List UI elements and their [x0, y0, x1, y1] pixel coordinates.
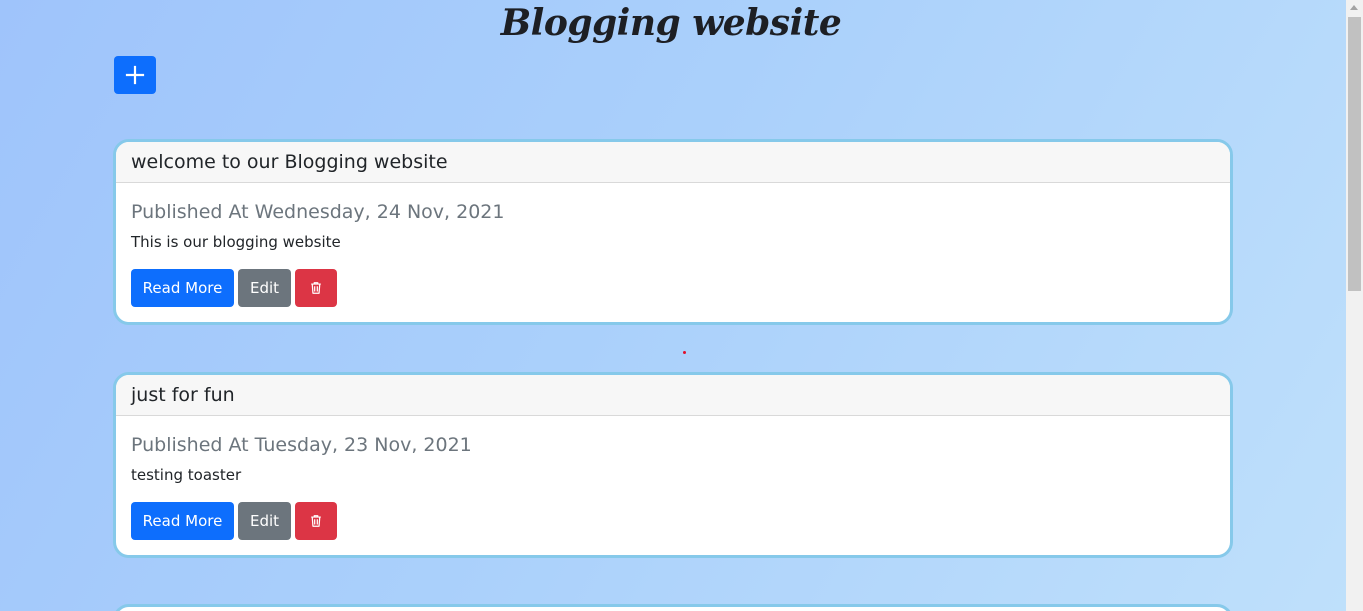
- edit-button[interactable]: Edit: [238, 502, 291, 540]
- vertical-scrollbar[interactable]: [1346, 0, 1363, 611]
- post-description: This is our blogging website: [131, 233, 341, 251]
- post-card: welcome to our Blogging website Publishe…: [113, 139, 1233, 325]
- post-card: just for fun Published At Tuesday, 23 No…: [113, 372, 1233, 558]
- read-more-button[interactable]: Read More: [131, 502, 234, 540]
- edit-button[interactable]: Edit: [238, 269, 291, 307]
- scroll-up-arrow-icon[interactable]: [1350, 5, 1358, 10]
- post-published-date: Published At Tuesday, 23 Nov, 2021: [131, 434, 472, 456]
- post-title: just for fun: [116, 375, 1230, 416]
- post-published-date: Published At Wednesday, 24 Nov, 2021: [131, 201, 505, 223]
- post-card-partial: [113, 604, 1233, 611]
- post-body: Published At Tuesday, 23 Nov, 2021 testi…: [116, 416, 1230, 555]
- trash-icon: [311, 282, 321, 294]
- add-post-button[interactable]: [114, 56, 156, 94]
- red-dot: [683, 351, 686, 354]
- plus-icon: [125, 65, 145, 85]
- read-more-button[interactable]: Read More: [131, 269, 234, 307]
- post-title: welcome to our Blogging website: [116, 142, 1230, 183]
- site-title: Blogging website: [500, 2, 842, 44]
- delete-button[interactable]: [295, 502, 337, 540]
- delete-button[interactable]: [295, 269, 337, 307]
- page: Blogging website welcome to our Blogging…: [0, 0, 1346, 611]
- scrollbar-thumb[interactable]: [1348, 17, 1361, 291]
- post-actions: Read More Edit: [131, 502, 1215, 540]
- post-body: Published At Wednesday, 24 Nov, 2021 Thi…: [116, 183, 1230, 322]
- trash-icon: [311, 515, 321, 527]
- post-actions: Read More Edit: [131, 269, 1215, 307]
- post-description: testing toaster: [131, 466, 242, 484]
